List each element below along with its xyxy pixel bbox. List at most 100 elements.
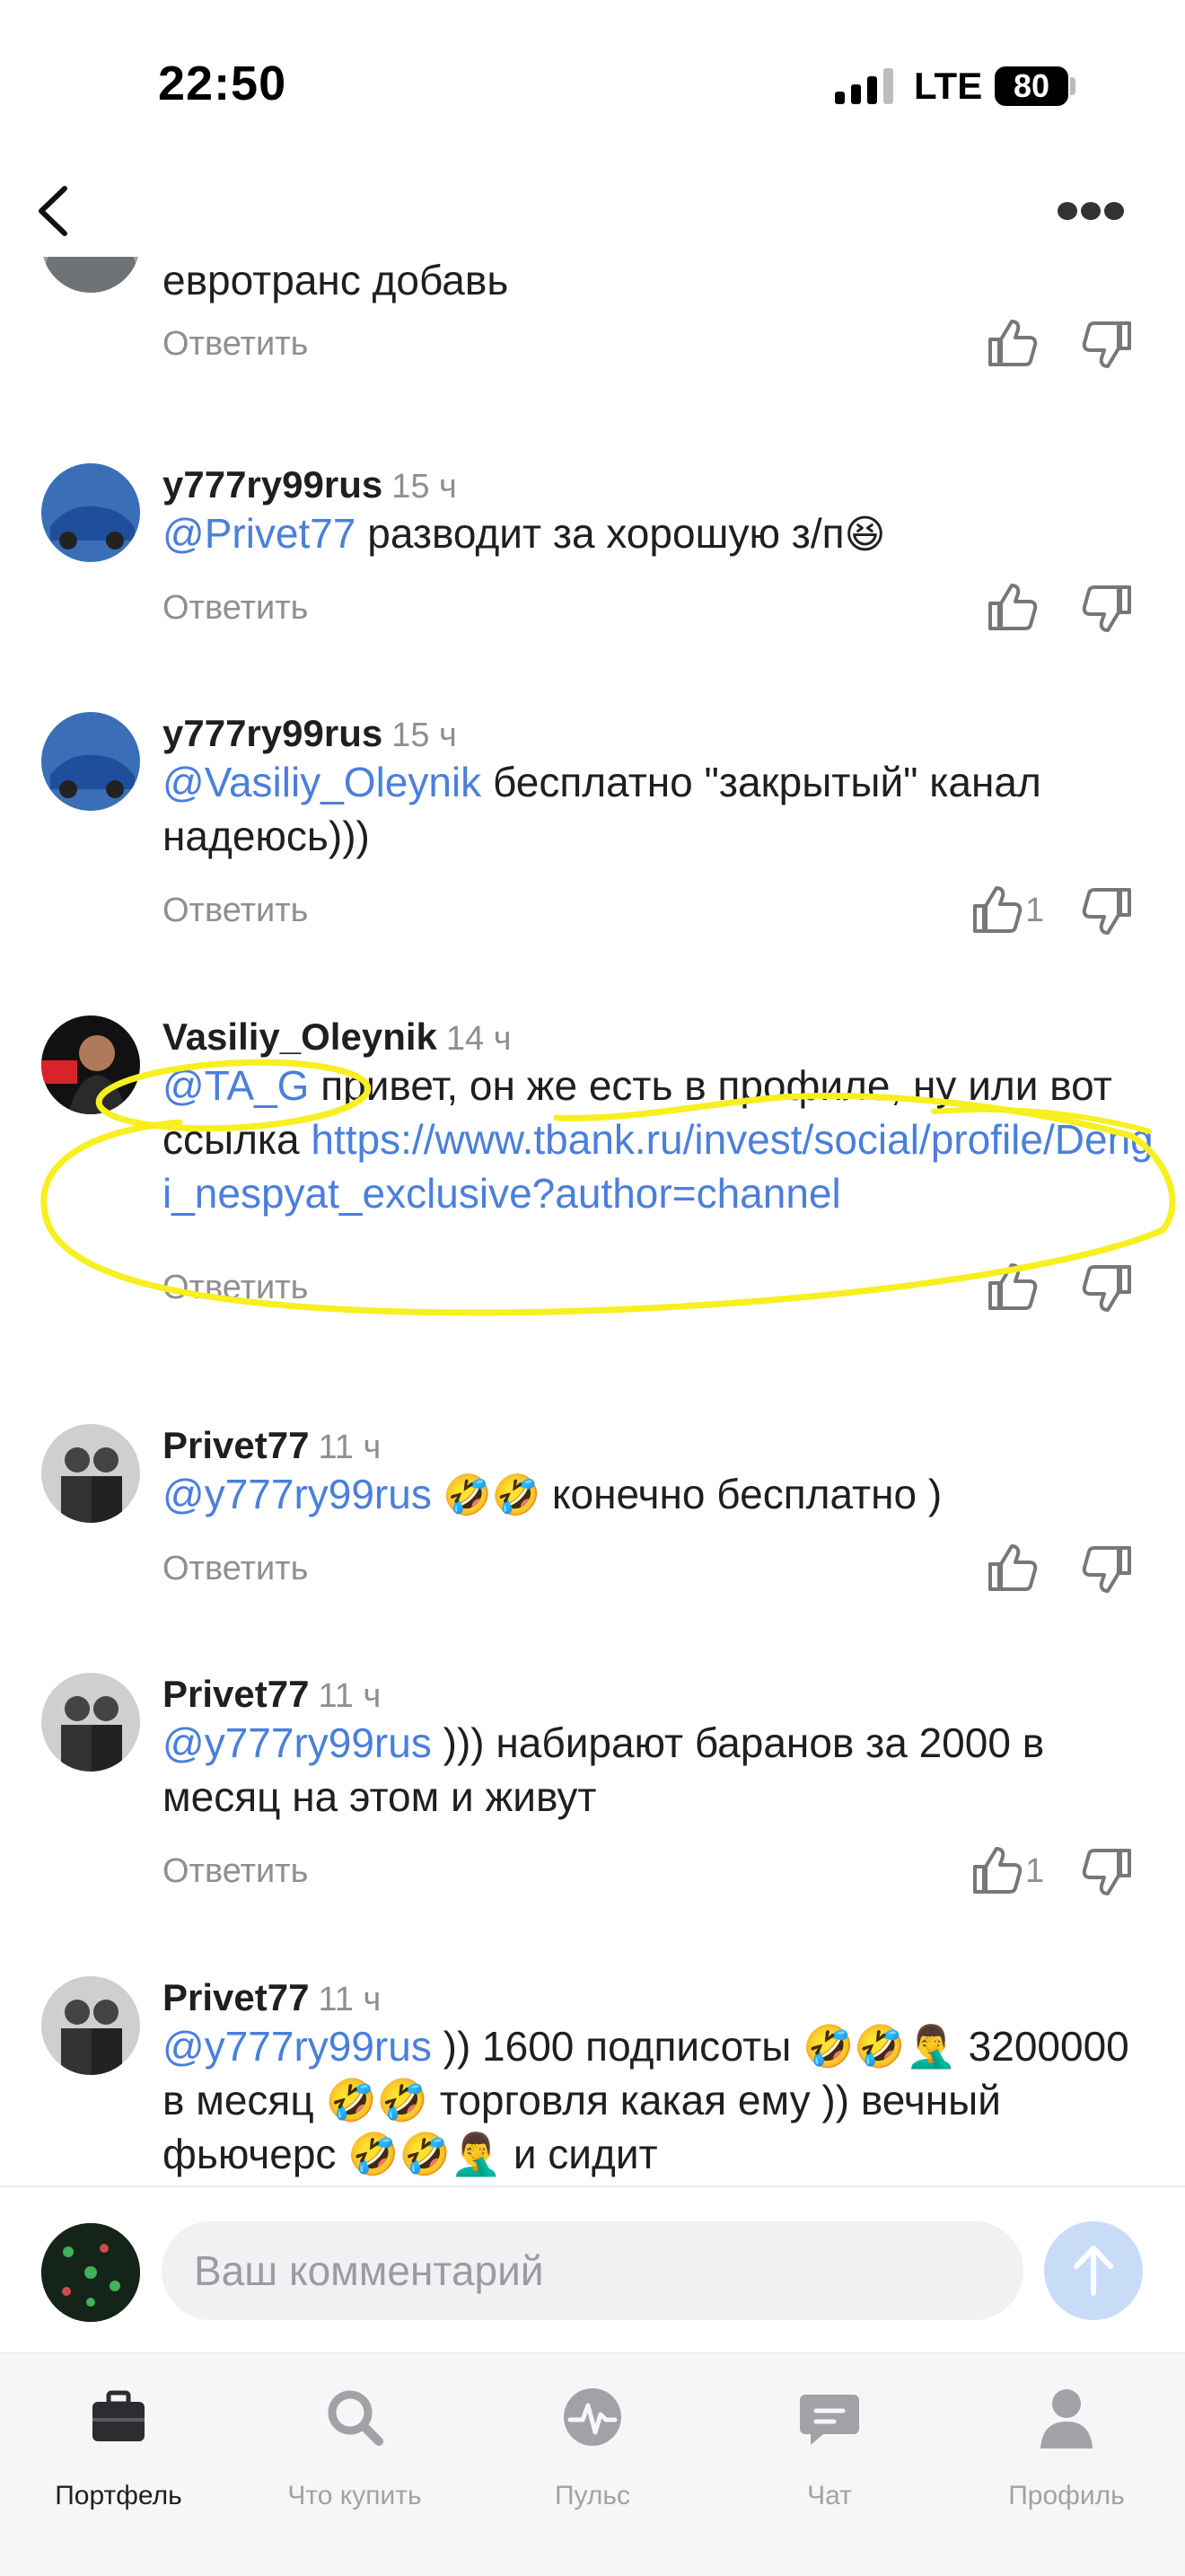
chevron-left-icon[interactable] <box>29 180 83 242</box>
chat-icon <box>800 2395 859 2445</box>
comment-time: 14 ч <box>445 1020 512 1058</box>
profile-icon <box>1040 2389 1093 2449</box>
reply-button[interactable]: Ответить <box>162 1550 308 1588</box>
comment-text: @y777ry99rus )) 1600 подписоты 🤣🤣🤦‍♂️ 32… <box>162 2019 1150 2181</box>
battery-icon: 80 <box>995 66 1068 106</box>
comment-text: @Vasiliy_Oleynik бесплатно "закрытый" ка… <box>162 755 1150 863</box>
thumbs-down-icon[interactable] <box>1081 1847 1135 1897</box>
thumbs-down-icon[interactable] <box>1081 584 1135 634</box>
mention-link[interactable]: @y777ry99rus <box>162 2023 432 2070</box>
avatar[interactable] <box>41 1015 140 1114</box>
thumbs-up-icon[interactable] <box>985 1262 1039 1312</box>
reply-button[interactable]: Ответить <box>162 1269 308 1307</box>
thumbs-up-icon[interactable] <box>985 1543 1039 1593</box>
avatar[interactable] <box>41 1673 140 1772</box>
comment-body: разводит за хорошую з/п <box>356 510 845 557</box>
author-name[interactable]: Vasiliy_Oleynik <box>162 1015 437 1058</box>
comment-text: @y777ry99rus 🤣🤣 конечно бесплатно ) <box>162 1467 1150 1523</box>
like-count: 1 <box>1025 892 1045 929</box>
mention-link[interactable]: @TA_G <box>162 1062 309 1109</box>
thumbs-down-icon[interactable] <box>1081 1544 1135 1595</box>
thumbs-up-icon[interactable] <box>970 1845 1023 1895</box>
tab-label: Пульс <box>554 2481 631 2510</box>
mention-link[interactable]: @y777ry99rus <box>162 1719 432 1766</box>
comment-body: конечно бесплатно ) <box>551 1471 943 1517</box>
like-count: 1 <box>1025 1852 1045 1890</box>
author-line: y777ry99rus 15 ч <box>162 463 457 506</box>
pulse-icon <box>564 2388 621 2446</box>
comment-item: евротранс добавь Ответить <box>0 257 1185 445</box>
search-icon <box>328 2390 383 2446</box>
comment-time: 15 ч <box>391 717 457 754</box>
tab-profile[interactable]: Профиль <box>968 2375 1165 2510</box>
thumbs-up-icon[interactable] <box>985 318 1039 368</box>
comment-time: 11 ч <box>318 1981 382 2018</box>
send-button[interactable] <box>1044 2221 1143 2320</box>
comment-item: y777ry99rus 15 ч @Vasiliy_Oleynik бесплат… <box>0 712 1185 981</box>
author-name[interactable]: Privet77 <box>162 1976 309 2018</box>
profile-link[interactable]: https://www.tbank.ru/invest/social/profi… <box>162 1116 1154 1217</box>
author-line: Privet77 11 ч <box>162 1976 381 2019</box>
comment-item: Privet77 11 ч @y777ry99rus )) 1600 подпис… <box>0 1976 1185 2185</box>
grinning-squinting-emoji: 😆 <box>844 513 886 557</box>
tab-label: Профиль <box>1008 2481 1125 2510</box>
reply-button[interactable]: Ответить <box>162 589 308 628</box>
reply-button[interactable]: Ответить <box>162 1852 308 1891</box>
avatar[interactable] <box>41 463 140 562</box>
thumbs-down-icon[interactable] <box>1081 886 1135 936</box>
tab-label: Чат <box>807 2481 852 2510</box>
briefcase-icon <box>92 2390 145 2441</box>
status-time: 22:50 <box>158 57 287 110</box>
signal-strength-icon <box>835 68 893 104</box>
tab-what-to-buy[interactable]: Что купить <box>256 2375 453 2510</box>
thumbs-down-icon[interactable] <box>1081 1263 1135 1314</box>
thumbs-up-icon[interactable] <box>970 884 1023 935</box>
battery-tip <box>1070 77 1075 95</box>
comment-time: 15 ч <box>391 468 457 506</box>
mention-link[interactable]: @Privet77 <box>162 510 356 557</box>
more-dots-icon[interactable] <box>1055 193 1127 229</box>
author-name[interactable]: Privet77 <box>162 1424 309 1466</box>
mention-link[interactable]: @y777ry99rus <box>162 1471 432 1517</box>
status-bar: 22:50 LTE 80 <box>0 0 1185 171</box>
comment-composer <box>0 2185 1185 2354</box>
thumbs-up-icon[interactable] <box>985 582 1039 632</box>
comment-item: Privet77 11 ч @y777ry99rus 🤣🤣 конечно бес… <box>0 1424 1185 1640</box>
avatar[interactable] <box>41 712 140 811</box>
tab-bar: Портфель Что купить Пульс Чат Профиль <box>0 2352 1185 2576</box>
tab-chat[interactable]: Чат <box>731 2375 928 2510</box>
tab-portfolio[interactable]: Портфель <box>20 2375 217 2510</box>
tab-pulse[interactable]: Пульс <box>494 2375 691 2510</box>
author-name[interactable]: y777ry99rus <box>162 463 382 506</box>
author-line: Privet77 11 ч <box>162 1673 381 1716</box>
comment-text: @Privet77 разводит за хорошую з/п😆 <box>162 506 1150 562</box>
comment-time: 11 ч <box>318 1429 382 1466</box>
avatar[interactable] <box>41 257 140 293</box>
arrow-up-icon <box>1074 2246 1113 2296</box>
reply-button[interactable]: Ответить <box>162 892 308 930</box>
network-type: LTE <box>914 65 983 107</box>
author-line: Privet77 11 ч <box>162 1424 381 1467</box>
comment-body: евротранс добавь <box>162 257 509 303</box>
comments-list: евротранс добавь Ответить y777ry99rus 15 … <box>0 257 1185 2185</box>
author-line: y777ry99rus 15 ч <box>162 712 457 755</box>
rolling-laughing-emoji: 🤣🤣 <box>431 1473 552 1517</box>
battery-level: 80 <box>1013 67 1050 104</box>
mention-link[interactable]: @Vasiliy_Oleynik <box>162 759 481 805</box>
comment-text: @TA_G привет, он же есть в профиле, ну и… <box>162 1059 1159 1220</box>
tab-label: Что купить <box>287 2481 422 2510</box>
tab-label: Портфель <box>55 2481 182 2510</box>
author-name[interactable]: y777ry99rus <box>162 712 382 754</box>
avatar[interactable] <box>41 1424 140 1523</box>
comment-text: @y777ry99rus ))) набирают баранов за 200… <box>162 1716 1150 1824</box>
avatar[interactable] <box>41 2223 140 2322</box>
comment-item: y777ry99rus 15 ч @Privet77 разводит за хо… <box>0 463 1185 679</box>
comment-input[interactable] <box>162 2221 1023 2320</box>
reply-button[interactable]: Ответить <box>162 325 308 364</box>
comment-text: евротранс добавь <box>162 257 1150 307</box>
thumbs-down-icon[interactable] <box>1081 320 1135 370</box>
comment-item: Vasiliy_Oleynik 14 ч @TA_G привет, он же … <box>0 1015 1185 1384</box>
author-name[interactable]: Privet77 <box>162 1673 309 1715</box>
author-line: Vasiliy_Oleynik 14 ч <box>162 1015 512 1059</box>
avatar[interactable] <box>41 1976 140 2075</box>
